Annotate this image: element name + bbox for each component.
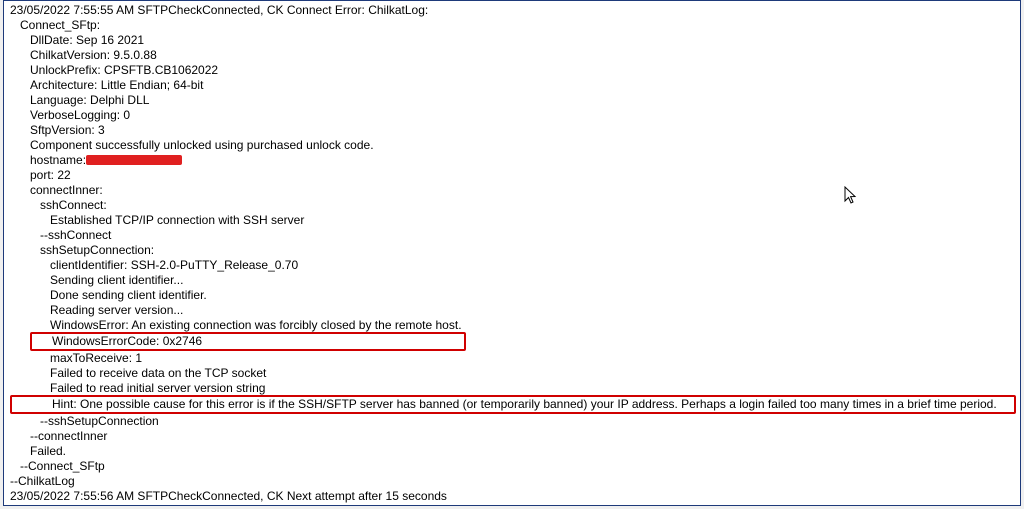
log-line: VerboseLogging: 0: [10, 108, 1014, 123]
log-line: maxToReceive: 1: [10, 351, 1014, 366]
log-line: Language: Delphi DLL: [10, 93, 1014, 108]
highlighted-error-box: WindowsErrorCode: 0x2746: [30, 332, 466, 351]
log-line: Hint: One possible cause for this error …: [52, 397, 1010, 412]
log-line: Reading server version...: [10, 303, 1014, 318]
log-line: Done sending client identifier.: [10, 288, 1014, 303]
log-pane: 23/05/2022 7:55:55 AM SFTPCheckConnected…: [4, 1, 1020, 506]
log-line: SftpVersion: 3: [10, 123, 1014, 138]
log-line: Failed to read initial server version st…: [10, 381, 1014, 396]
log-line: WindowsError: An existing connection was…: [10, 318, 1014, 333]
log-line: --sshConnect: [10, 228, 1014, 243]
log-line: ChilkatVersion: 9.5.0.88: [10, 48, 1014, 63]
log-line: Architecture: Little Endian; 64-bit: [10, 78, 1014, 93]
log-line: connectInner:: [10, 183, 1014, 198]
log-line: DllDate: Sep 16 2021: [10, 33, 1014, 48]
log-line: --connectInner: [10, 429, 1014, 444]
log-line: UnlockPrefix: CPSFTB.CB1062022: [10, 63, 1014, 78]
log-line: 23/05/2022 7:55:55 AM SFTPCheckConnected…: [10, 3, 1014, 18]
log-line: Component successfully unlocked using pu…: [10, 138, 1014, 153]
log-line: Sending client identifier...: [10, 273, 1014, 288]
redaction-block: [86, 155, 182, 165]
log-line: sshConnect:: [10, 198, 1014, 213]
log-line: Failed to receive data on the TCP socket: [10, 366, 1014, 381]
log-window-frame: 23/05/2022 7:55:55 AM SFTPCheckConnected…: [3, 0, 1021, 506]
log-line: WindowsErrorCode: 0x2746: [52, 334, 460, 349]
log-line-hostname: hostname:: [10, 153, 1014, 168]
log-line: --ChilkatLog: [10, 474, 1014, 489]
log-line: Connect_SFtp:: [10, 18, 1014, 33]
log-line: Established TCP/IP connection with SSH s…: [10, 213, 1014, 228]
log-line: --Connect_SFtp: [10, 459, 1014, 474]
hostname-label: hostname:: [30, 153, 86, 167]
highlighted-hint-box: Hint: One possible cause for this error …: [10, 395, 1016, 414]
log-line: Failed.: [10, 444, 1014, 459]
log-line: sshSetupConnection:: [10, 243, 1014, 258]
log-line: port: 22: [10, 168, 1014, 183]
log-line: --sshSetupConnection: [10, 414, 1014, 429]
log-line: clientIdentifier: SSH-2.0-PuTTY_Release_…: [10, 258, 1014, 273]
log-line: 23/05/2022 7:55:56 AM SFTPCheckConnected…: [10, 489, 1014, 504]
